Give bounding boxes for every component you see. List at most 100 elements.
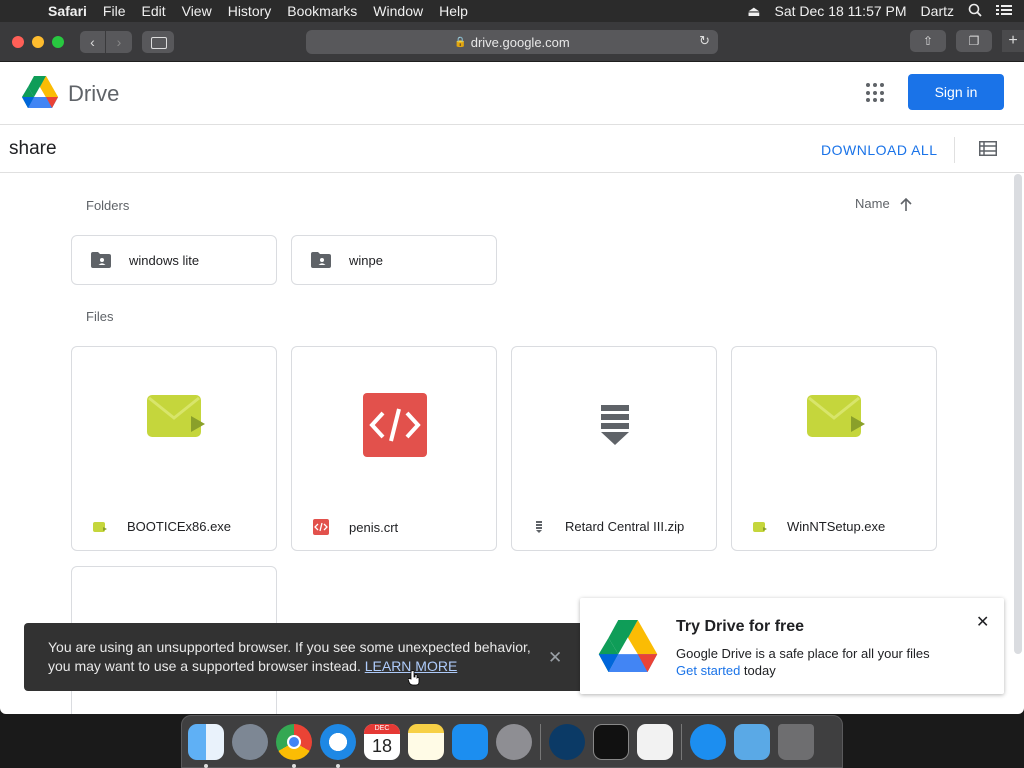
drive-header: Drive Sign in bbox=[0, 62, 1024, 125]
file-card[interactable]: WinNTSetup.exe bbox=[731, 346, 937, 551]
menubar-user[interactable]: Dartz bbox=[921, 3, 954, 19]
google-drive-logo[interactable] bbox=[22, 76, 58, 108]
sidebar-toggle-icon[interactable] bbox=[142, 30, 174, 53]
drive-brand-name[interactable]: Drive bbox=[68, 81, 119, 107]
code-icon bbox=[363, 393, 427, 457]
macos-menu-bar: Safari File Edit View History Bookmarks … bbox=[0, 0, 1024, 22]
address-bar[interactable]: 🔒 drive.google.com ↻ bbox=[306, 30, 718, 54]
menu-history[interactable]: History bbox=[220, 3, 280, 19]
share-icon[interactable]: ⇧ bbox=[910, 30, 946, 52]
menubar-clock[interactable]: Sat Dec 18 11:57 PM bbox=[775, 3, 907, 19]
address-bar-url: drive.google.com bbox=[470, 34, 570, 50]
list-view-icon[interactable] bbox=[979, 141, 997, 156]
menu-window[interactable]: Window bbox=[365, 3, 431, 19]
folders-section-label: Folders bbox=[86, 198, 130, 213]
file-name: Retard Central III.zip bbox=[565, 519, 685, 534]
google-drive-logo bbox=[598, 620, 658, 672]
file-thumbnail bbox=[732, 347, 936, 502]
calendar-day: 18 bbox=[371, 735, 393, 756]
folder-name: winpe bbox=[349, 252, 383, 268]
menu-app-safari[interactable]: Safari bbox=[40, 3, 95, 19]
launchpad-icon[interactable] bbox=[232, 723, 268, 760]
safari-icon[interactable] bbox=[320, 723, 356, 768]
tab-overview-icon[interactable]: ❐ bbox=[956, 30, 992, 52]
file-card[interactable]: BOOTICEx86.exe bbox=[71, 346, 277, 551]
file-name: BOOTICEx86.exe bbox=[127, 519, 232, 534]
safari-toolbar: ‹ › 🔒 drive.google.com ↻ ⇧ ❐ + bbox=[0, 22, 1024, 62]
exe-icon bbox=[807, 395, 865, 437]
dock-separator bbox=[540, 723, 541, 760]
spotlight-search-icon[interactable] bbox=[968, 3, 982, 20]
menu-view[interactable]: View bbox=[174, 3, 220, 19]
menu-file[interactable]: File bbox=[95, 3, 134, 19]
file-name: WinNTSetup.exe bbox=[787, 519, 886, 534]
web-page: Drive Sign in share DOWNLOAD ALL Folders… bbox=[0, 62, 1024, 714]
promo-title: Try Drive for free bbox=[676, 618, 805, 635]
back-button[interactable]: ‹ bbox=[80, 30, 106, 53]
system-preferences-icon[interactable] bbox=[496, 723, 532, 760]
reload-icon[interactable]: ↻ bbox=[699, 33, 710, 49]
promo-suffix: today bbox=[740, 663, 776, 678]
toast-text: You are using an unsupported browser. If… bbox=[48, 639, 531, 674]
exe-icon bbox=[753, 521, 767, 532]
folder-name: windows lite bbox=[129, 252, 200, 268]
app-store-downloads-icon[interactable] bbox=[690, 723, 726, 760]
finder-icon[interactable] bbox=[188, 723, 224, 768]
header-divider bbox=[954, 137, 955, 163]
close-window-button[interactable] bbox=[12, 35, 24, 48]
shared-folder-icon bbox=[91, 252, 111, 268]
close-icon[interactable]: ✕ bbox=[976, 612, 989, 632]
unsupported-browser-toast: You are using an unsupported browser. If… bbox=[24, 623, 592, 691]
calendar-month: DEC bbox=[364, 723, 400, 734]
google-apps-icon[interactable] bbox=[866, 83, 886, 103]
folder-card[interactable]: windows lite bbox=[71, 235, 277, 285]
window-controls bbox=[12, 35, 64, 48]
terminal-icon[interactable] bbox=[593, 723, 629, 760]
exe-icon bbox=[147, 395, 205, 437]
try-drive-promo: Try Drive for free Google Drive is a saf… bbox=[580, 598, 1004, 694]
zip-icon bbox=[601, 405, 629, 445]
close-icon[interactable]: ✕ bbox=[548, 648, 562, 667]
notes-icon[interactable] bbox=[408, 723, 444, 760]
toast-message: You are using an unsupported browser. If… bbox=[48, 638, 538, 676]
file-thumbnail bbox=[72, 347, 276, 502]
sign-in-button[interactable]: Sign in bbox=[908, 74, 1004, 110]
trash-icon[interactable] bbox=[778, 723, 814, 760]
app-store-icon[interactable] bbox=[452, 723, 488, 760]
scrollbar[interactable] bbox=[1014, 174, 1022, 654]
file-card[interactable]: penis.crt bbox=[291, 346, 497, 551]
shared-folder-icon bbox=[311, 252, 331, 268]
menu-help[interactable]: Help bbox=[431, 3, 476, 19]
exe-icon bbox=[93, 521, 107, 532]
control-center-icon[interactable] bbox=[996, 3, 1012, 19]
file-thumbnail bbox=[512, 347, 716, 502]
file-card[interactable]: Retard Central III.zip bbox=[511, 346, 717, 551]
folder-header: share DOWNLOAD ALL bbox=[0, 125, 1024, 173]
forward-button[interactable]: › bbox=[106, 30, 132, 53]
arrow-up-icon bbox=[900, 197, 912, 211]
file-thumbnail bbox=[292, 347, 496, 502]
minimize-window-button[interactable] bbox=[32, 35, 44, 48]
utility-app-icon[interactable] bbox=[549, 723, 585, 760]
lock-icon: 🔒 bbox=[454, 36, 467, 48]
eject-icon[interactable]: ⏏ bbox=[747, 3, 760, 20]
textedit-icon[interactable] bbox=[637, 723, 673, 760]
files-section-label: Files bbox=[86, 309, 114, 324]
fullscreen-window-button[interactable] bbox=[52, 35, 64, 48]
hand-cursor-icon bbox=[408, 670, 420, 686]
menu-edit[interactable]: Edit bbox=[133, 3, 173, 19]
folder-title: share bbox=[9, 138, 57, 159]
new-tab-button[interactable]: + bbox=[1002, 30, 1024, 52]
folder-card[interactable]: winpe bbox=[291, 235, 497, 285]
dock-separator bbox=[681, 723, 682, 760]
get-started-link[interactable]: Get started bbox=[676, 663, 740, 678]
download-all-button[interactable]: DOWNLOAD ALL bbox=[821, 142, 937, 158]
sort-by-name-button[interactable]: Name bbox=[855, 196, 912, 211]
macos-dock: DEC 18 bbox=[181, 715, 843, 768]
calendar-icon[interactable]: DEC 18 bbox=[364, 723, 400, 760]
promo-description: Google Drive is a safe place for all you… bbox=[676, 645, 930, 679]
menu-bookmarks[interactable]: Bookmarks bbox=[279, 3, 365, 19]
zip-icon bbox=[536, 520, 542, 533]
folder-stack-icon[interactable] bbox=[734, 723, 770, 760]
chrome-icon[interactable] bbox=[276, 723, 312, 768]
